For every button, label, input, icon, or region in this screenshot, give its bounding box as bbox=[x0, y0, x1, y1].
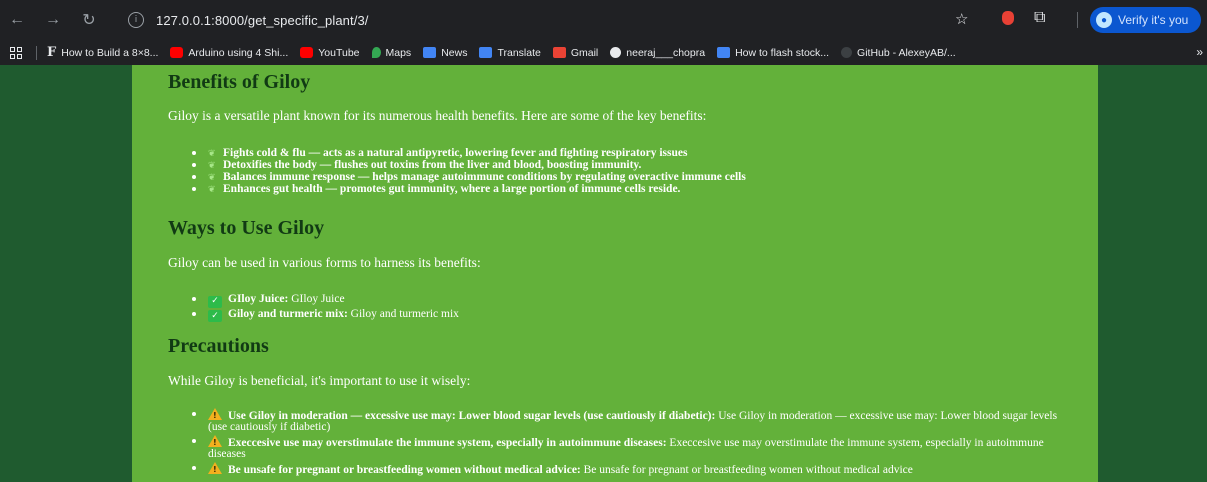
warning-icon bbox=[208, 462, 222, 475]
address-bar[interactable]: i 127.0.0.1:8000/get_specific_plant/3/ bbox=[114, 7, 982, 33]
bookmark-item[interactable]: Gmail bbox=[552, 46, 599, 59]
leaf-icon: ❦ bbox=[208, 184, 216, 194]
benefits-intro: Giloy is a versatile plant known for its… bbox=[168, 108, 707, 123]
bookmark-label: Arduino using 4 Shi... bbox=[188, 46, 289, 59]
warning-icon bbox=[208, 435, 222, 448]
precaution-title: Be unsafe for pregnant or breastfeeding … bbox=[228, 464, 581, 476]
bookmark-label: Translate bbox=[497, 46, 541, 59]
address-url[interactable]: 127.0.0.1:8000/get_specific_plant/3/ bbox=[156, 13, 368, 28]
precautions-list: Use Giloy in moderation — excessive use … bbox=[192, 408, 1062, 478]
site-info-icon[interactable]: i bbox=[128, 12, 144, 28]
uses-intro: Giloy can be used in various forms to ha… bbox=[168, 255, 481, 270]
benefits-heading: Benefits of Giloy bbox=[168, 71, 311, 93]
page-background: Benefits of Giloy Giloy is a versatile p… bbox=[0, 65, 1207, 482]
bookmark-label: Maps bbox=[385, 46, 412, 59]
leaf-icon: ❦ bbox=[208, 172, 216, 182]
profile-avatar-icon: ● bbox=[1096, 12, 1112, 28]
bookmark-label: GitHub - AlexeyAB/... bbox=[857, 46, 956, 59]
bookmark-star-icon[interactable]: ☆ bbox=[955, 10, 968, 28]
bookmark-item[interactable]: Arduino using 4 Shi... bbox=[170, 47, 288, 59]
github-icon bbox=[841, 47, 853, 58]
forward-icon[interactable]: → bbox=[40, 7, 66, 33]
warning-icon bbox=[208, 408, 222, 421]
use-title: GIloy Juice: bbox=[228, 293, 289, 305]
precautions-intro: While Giloy is beneficial, it's importan… bbox=[168, 373, 471, 388]
uses-list: ✓ GIloy Juice: GIloy Juice ✓ Giloy and tur… bbox=[192, 293, 1062, 322]
bookmark-label: News bbox=[441, 46, 468, 59]
bookmark-item[interactable]: F How to Build a 8×8... bbox=[47, 45, 158, 60]
bookmarks-divider bbox=[36, 45, 37, 60]
plant-content-panel: Benefits of Giloy Giloy is a versatile p… bbox=[132, 65, 1098, 482]
youtube-icon bbox=[300, 47, 314, 58]
checkmark-icon: ✓ bbox=[208, 310, 222, 322]
bookmark-item[interactable]: News bbox=[423, 47, 467, 59]
benefits-list: ❦ Fights cold & flu — acts as a natural a… bbox=[192, 147, 1062, 195]
benefit-text: Detoxifies the body — flushes out toxins… bbox=[223, 159, 642, 171]
leaf-icon: ❦ bbox=[208, 160, 216, 170]
list-item: ✓ GIloy Juice: GIloy Juice bbox=[192, 293, 1062, 308]
back-icon[interactable]: ← bbox=[4, 7, 30, 33]
bookmark-item[interactable]: YouTube bbox=[300, 46, 360, 59]
precautions-heading: Precautions bbox=[168, 335, 269, 357]
benefit-text: Enhances gut health — promotes gut immun… bbox=[223, 183, 681, 195]
bookmark-item[interactable]: Translate bbox=[479, 46, 541, 59]
list-item: ❦ Balances immune response — helps manage… bbox=[192, 171, 1062, 183]
use-title: Giloy and turmeric mix: bbox=[228, 307, 348, 320]
github-icon bbox=[610, 47, 622, 58]
precaution-title: Execcesive use may overstimulate the imm… bbox=[228, 437, 667, 449]
bookmark-label: How to flash stock... bbox=[735, 46, 830, 59]
maps-icon bbox=[371, 47, 381, 58]
benefit-text: Balances immune response — helps manage … bbox=[223, 171, 746, 183]
list-item: Execcesive use may overstimulate the imm… bbox=[192, 435, 1062, 460]
browser-window: ← → ↻ i 127.0.0.1:8000/get_specific_plan… bbox=[0, 0, 1207, 482]
bookmark-label: How to Build a 8×8... bbox=[61, 46, 159, 59]
list-item: ❦ Enhances gut health — promotes gut immu… bbox=[192, 183, 1062, 195]
bookmark-item[interactable]: How to flash stock... bbox=[717, 47, 829, 59]
toolbar-divider bbox=[1077, 12, 1078, 28]
benefit-text: Fights cold & flu — acts as a natural an… bbox=[223, 147, 688, 159]
verify-profile-button[interactable]: ● Verify it's you bbox=[1090, 7, 1201, 33]
translate-icon bbox=[479, 47, 493, 58]
bookmark-item[interactable]: GitHub - AlexeyAB/... bbox=[841, 47, 956, 59]
list-item: ❦ Fights cold & flu — acts as a natural a… bbox=[192, 147, 1062, 159]
more-bookmarks-icon[interactable]: » bbox=[1196, 45, 1203, 59]
bookmark-label: neeraj___chopra bbox=[626, 46, 706, 59]
browser-toolbar: ← → ↻ i 127.0.0.1:8000/get_specific_plan… bbox=[0, 0, 1207, 40]
bookmark-icon bbox=[717, 47, 731, 58]
bookmark-label: Gmail bbox=[570, 46, 599, 59]
bookmark-item[interactable]: Maps bbox=[371, 46, 412, 59]
uses-heading: Ways to Use Giloy bbox=[168, 217, 325, 239]
bookmark-item[interactable]: neeraj___chopra bbox=[610, 47, 705, 59]
list-item: Use Giloy in moderation — excessive use … bbox=[192, 408, 1062, 433]
bookmark-label: YouTube bbox=[318, 46, 360, 59]
extensions-puzzle-icon[interactable]: ⧉ bbox=[1034, 9, 1045, 27]
news-icon bbox=[423, 47, 437, 58]
extension-icon[interactable] bbox=[1002, 11, 1014, 25]
use-desc: GIloy Juice bbox=[291, 293, 345, 305]
verify-label: Verify it's you bbox=[1118, 13, 1189, 27]
apps-grid-icon[interactable] bbox=[10, 46, 22, 59]
reload-icon[interactable]: ↻ bbox=[76, 7, 102, 33]
bookmarks-bar: F How to Build a 8×8... Arduino using 4 … bbox=[0, 40, 1207, 65]
list-item: ❦ Detoxifies the body — flushes out toxin… bbox=[192, 159, 1062, 171]
list-item: ✓ Giloy and turmeric mix: Giloy and turme… bbox=[192, 307, 1062, 322]
f-favicon-icon: F bbox=[47, 45, 57, 60]
youtube-icon bbox=[170, 47, 184, 58]
checkmark-icon: ✓ bbox=[208, 295, 222, 308]
gmail-icon bbox=[552, 47, 566, 58]
leaf-icon: ❦ bbox=[208, 148, 216, 158]
list-item: Be unsafe for pregnant or breastfeeding … bbox=[192, 462, 1062, 476]
use-desc: Giloy and turmeric mix bbox=[350, 307, 459, 320]
precaution-desc: Be unsafe for pregnant or breastfeeding … bbox=[583, 464, 913, 476]
